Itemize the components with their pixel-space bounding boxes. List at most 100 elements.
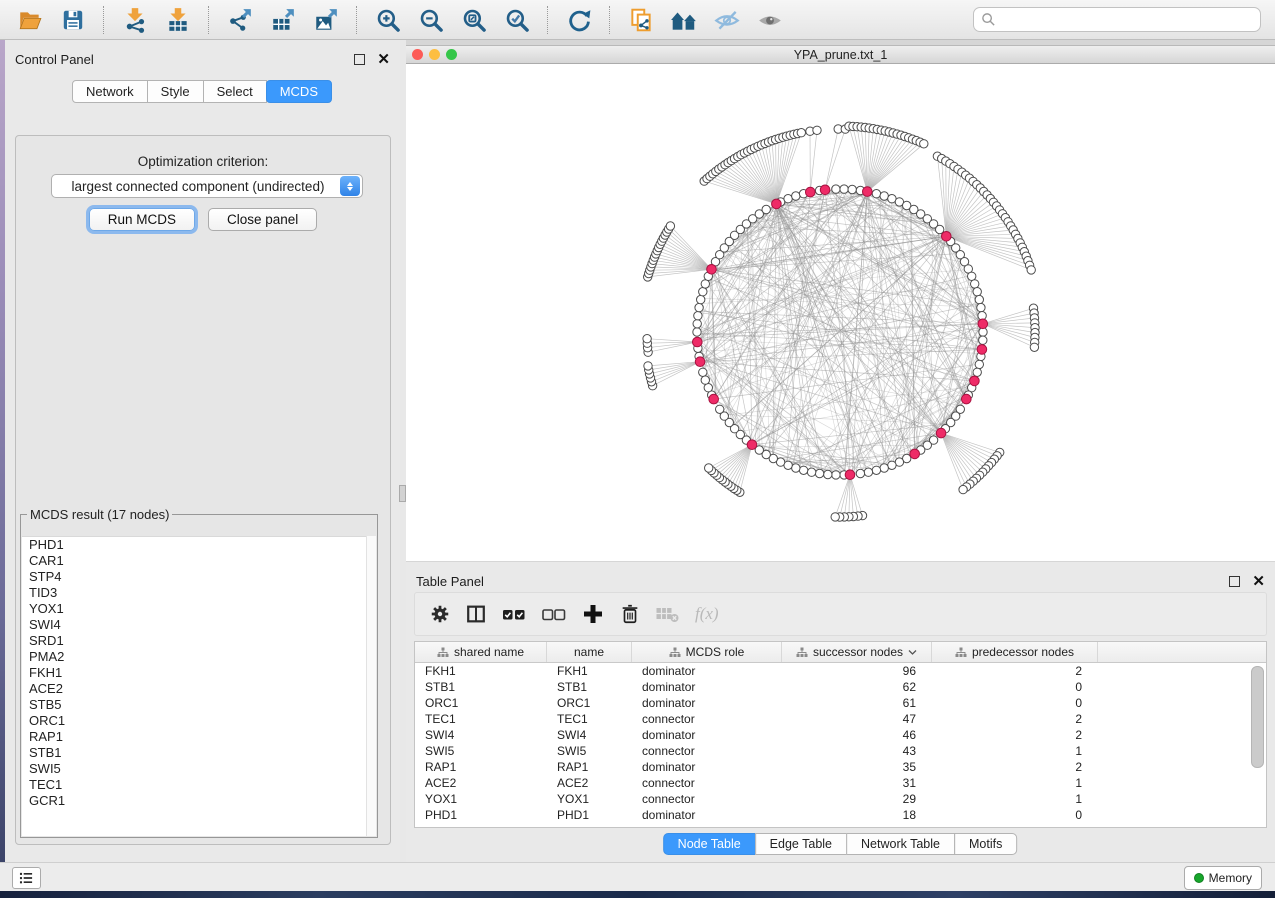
tab-node-table[interactable]: Node Table	[663, 833, 756, 855]
network-node[interactable]	[832, 471, 840, 479]
refresh-button[interactable]	[559, 4, 599, 36]
search-input[interactable]	[996, 11, 1253, 28]
mcds-result-item[interactable]: YOX1	[22, 601, 376, 617]
network-hub-node[interactable]	[942, 232, 952, 242]
network-node[interactable]	[975, 360, 983, 368]
network-hub-node[interactable]	[695, 357, 705, 367]
network-hub-node[interactable]	[978, 319, 988, 329]
network-node[interactable]	[693, 328, 701, 336]
mcds-result-item[interactable]: ORC1	[22, 713, 376, 729]
close-panel-icon[interactable]: ✕	[1252, 577, 1265, 586]
network-hub-node[interactable]	[845, 470, 855, 480]
zoom-fit-button[interactable]	[454, 4, 494, 36]
network-node[interactable]	[872, 466, 880, 474]
network-node[interactable]	[936, 225, 944, 233]
tab-network-table[interactable]: Network Table	[846, 833, 955, 855]
network-node[interactable]	[705, 464, 713, 472]
network-hub-node[interactable]	[693, 337, 703, 347]
criterion-dropdown[interactable]: largest connected component (undirected)	[51, 174, 363, 198]
mcds-result-item[interactable]: TEC1	[22, 777, 376, 793]
network-node[interactable]	[784, 195, 792, 203]
save-session-button[interactable]	[53, 4, 93, 36]
show-columns-button[interactable]	[465, 603, 487, 625]
network-hub-node[interactable]	[977, 345, 987, 355]
network-node[interactable]	[694, 312, 702, 320]
export-table-button[interactable]	[263, 4, 303, 36]
show-all-button[interactable]	[750, 4, 790, 36]
network-node[interactable]	[643, 335, 651, 343]
network-node[interactable]	[920, 140, 928, 148]
export-image-button[interactable]	[306, 4, 346, 36]
column-header-shared-name[interactable]: shared name	[415, 642, 547, 662]
table-scrollbar[interactable]	[1251, 666, 1264, 768]
mcds-result-item[interactable]: ACE2	[22, 681, 376, 697]
tab-select[interactable]: Select	[203, 80, 267, 103]
table-row[interactable]: PHD1PHD1dominator180	[415, 807, 1266, 823]
network-node[interactable]	[831, 513, 839, 521]
network-node[interactable]	[832, 185, 840, 193]
close-panel-icon[interactable]: ✕	[377, 55, 390, 64]
tab-mcds[interactable]: MCDS	[266, 80, 332, 103]
table-row[interactable]: YOX1YOX1connector291	[415, 791, 1266, 807]
export-network-button[interactable]	[220, 4, 260, 36]
network-node[interactable]	[856, 469, 864, 477]
panel-splitter-grip[interactable]	[399, 485, 406, 502]
column-header-successor-nodes[interactable]: successor nodes	[782, 642, 932, 662]
network-hub-node[interactable]	[772, 199, 782, 209]
network-hub-node[interactable]	[747, 440, 757, 450]
import-network-button[interactable]	[115, 4, 155, 36]
table-options-gear-button[interactable]	[429, 603, 451, 625]
network-node[interactable]	[697, 295, 705, 303]
network-node[interactable]	[797, 129, 805, 137]
network-canvas[interactable]	[406, 64, 1275, 561]
network-node[interactable]	[864, 468, 872, 476]
import-table-button[interactable]	[158, 4, 198, 36]
column-header-predecessor-nodes[interactable]: predecessor nodes	[932, 642, 1098, 662]
table-row[interactable]: SWI5SWI5connector431	[415, 743, 1266, 759]
function-builder-button[interactable]: f(x)	[695, 604, 719, 624]
mcds-result-item[interactable]: STP4	[22, 569, 376, 585]
network-node[interactable]	[699, 368, 707, 376]
mcds-result-item[interactable]: SWI5	[22, 761, 376, 777]
column-header-mcds-role[interactable]: MCDS role	[632, 642, 782, 662]
mcds-result-item[interactable]: STB1	[22, 745, 376, 761]
mcds-result-item[interactable]: FKH1	[22, 665, 376, 681]
table-row[interactable]: SWI4SWI4dominator462	[415, 727, 1266, 743]
zoom-in-button[interactable]	[368, 4, 408, 36]
first-neighbors-button[interactable]	[664, 4, 704, 36]
network-node[interactable]	[693, 320, 701, 328]
network-node[interactable]	[792, 192, 800, 200]
network-node[interactable]	[840, 185, 848, 193]
network-hub-node[interactable]	[709, 394, 719, 404]
network-node[interactable]	[792, 464, 800, 472]
network-hub-node[interactable]	[863, 187, 873, 197]
tab-edge-table[interactable]: Edge Table	[755, 833, 847, 855]
network-node[interactable]	[644, 362, 652, 370]
search-box[interactable]	[973, 7, 1261, 32]
table-row[interactable]: TEC1TEC1connector472	[415, 711, 1266, 727]
network-hub-node[interactable]	[962, 394, 972, 404]
network-node[interactable]	[971, 280, 979, 288]
mcds-result-item[interactable]: SWI4	[22, 617, 376, 633]
network-node[interactable]	[973, 368, 981, 376]
delete-table-button[interactable]	[655, 604, 681, 624]
mcds-result-item[interactable]: RAP1	[22, 729, 376, 745]
network-hub-node[interactable]	[820, 185, 830, 195]
network-node[interactable]	[888, 461, 896, 469]
delete-columns-button[interactable]	[619, 602, 641, 626]
network-node[interactable]	[695, 303, 703, 311]
mcds-result-list[interactable]: PHD1CAR1STP4TID3YOX1SWI4SRD1PMA2FKH1ACE2…	[22, 536, 376, 836]
network-hub-node[interactable]	[707, 265, 717, 275]
network-hub-node[interactable]	[910, 449, 920, 459]
table-row[interactable]: ACE2ACE2connector311	[415, 775, 1266, 791]
memory-button[interactable]: Memory	[1184, 866, 1262, 890]
tab-style[interactable]: Style	[147, 80, 204, 103]
close-panel-button[interactable]: Close panel	[208, 208, 317, 231]
network-node[interactable]	[813, 126, 821, 134]
network-node[interactable]	[977, 303, 985, 311]
hide-selected-button[interactable]	[707, 4, 747, 36]
column-header-name[interactable]: name	[547, 642, 632, 662]
network-node[interactable]	[959, 485, 967, 493]
network-node[interactable]	[799, 466, 807, 474]
add-column-button[interactable]	[581, 602, 605, 626]
